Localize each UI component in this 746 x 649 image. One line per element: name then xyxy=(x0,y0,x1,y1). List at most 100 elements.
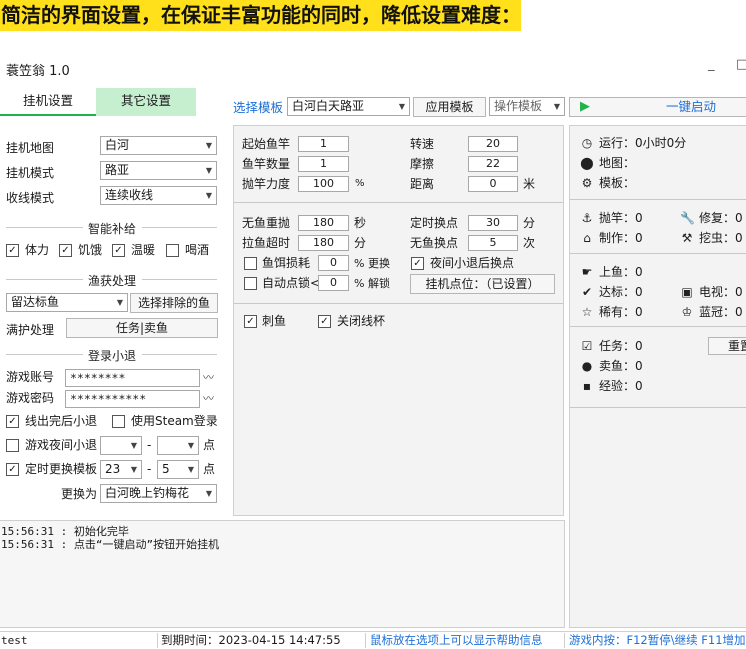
steam-login-checkbox[interactable] xyxy=(112,415,125,428)
minutes-unit: 分 xyxy=(354,236,367,250)
password-label: 游戏密码 xyxy=(6,391,55,405)
minimize-button[interactable]: _ xyxy=(708,57,715,72)
play-icon: ▶ xyxy=(580,99,590,114)
divider xyxy=(564,633,565,648)
divider xyxy=(142,354,217,355)
operate-template-value: 操作模板 xyxy=(494,99,543,113)
account-input[interactable]: ******** xyxy=(65,369,200,387)
close-cup-checkbox[interactable]: ✓ xyxy=(318,315,331,328)
rare-count: 稀有：0 xyxy=(599,305,643,319)
divider xyxy=(142,227,217,228)
tv-icon: ▣ xyxy=(681,285,693,299)
start-label: 一键启动 xyxy=(666,99,717,114)
mode-select[interactable]: 路亚 ▼ xyxy=(100,161,217,180)
log-line: 15:56:31 : 点击“一键启动”按钮开始挂机 xyxy=(1,538,220,551)
timed-change-checkbox[interactable]: ✓ xyxy=(6,463,19,476)
run-time: 运行：0小时0分 xyxy=(599,136,687,150)
auto-lock-checkbox[interactable] xyxy=(244,277,257,290)
bait-wear-checkbox[interactable] xyxy=(244,257,257,270)
status-user: test xyxy=(1,634,28,647)
operate-template-select[interactable]: 操作模板 ▼ xyxy=(489,97,565,116)
password-input[interactable]: *********** xyxy=(65,390,200,408)
mode-select-value: 路亚 xyxy=(105,163,130,177)
craft-count: 制作：0 xyxy=(599,231,643,245)
catch-count: 上鱼：0 xyxy=(599,265,643,279)
warmth-checkbox[interactable]: ✓ xyxy=(112,244,125,257)
nofish-recast-input[interactable]: 180 xyxy=(298,215,349,231)
night-logout-label: 游戏夜间小退 xyxy=(25,438,98,452)
drag-input[interactable]: 22 xyxy=(468,156,518,172)
timed-spot-input[interactable]: 30 xyxy=(468,215,518,231)
one-click-start-button[interactable]: ▶ 一键启动 xyxy=(569,97,746,117)
template-select[interactable]: 白河白天路亚 ▼ xyxy=(287,97,410,116)
rod-count-input[interactable]: 1 xyxy=(298,156,349,172)
hour-to-select[interactable]: 5 ▼ xyxy=(157,460,199,479)
map-select[interactable]: 白河 ▼ xyxy=(100,136,217,155)
reset-button[interactable]: 重置 xyxy=(708,337,746,355)
exclude-fish-button[interactable]: 选择排除的鱼 xyxy=(130,293,218,313)
start-rod-label: 起始鱼竿 xyxy=(242,137,291,151)
logout-after-checkbox[interactable]: ✓ xyxy=(6,415,19,428)
cast-power-input[interactable]: 100 xyxy=(298,176,349,192)
full-keepnet-button[interactable]: 任务|卖鱼 xyxy=(66,318,218,338)
maximize-button[interactable]: □ xyxy=(736,57,746,72)
login-section-title: 登录小退 xyxy=(88,349,137,363)
chevron-down-icon: ▼ xyxy=(205,489,212,498)
status-hint: 鼠标放在选项上可以显示帮助信息 xyxy=(370,633,543,647)
change-to-select[interactable]: 白河晚上钓梅花 ▼ xyxy=(100,484,217,503)
night-logout-checkbox[interactable] xyxy=(6,439,19,452)
task-count: 任务：0 xyxy=(599,339,643,353)
warmth-label: 温暖 xyxy=(131,243,156,257)
chevron-down-icon: ▼ xyxy=(398,102,405,111)
promo-banner: 简洁的界面设置，在保证丰富功能的同时，降低设置难度： xyxy=(0,0,521,31)
catch-handling-select[interactable]: 留达标鱼 ▼ xyxy=(6,293,128,312)
night-spot-label: 夜间小退后换点 xyxy=(430,256,515,270)
minutes-unit: 分 xyxy=(523,216,536,230)
craft-icon: ⌂ xyxy=(583,231,591,245)
status-hotkeys: 游戏内按：F12暂停\继续 F11增加 xyxy=(569,633,746,647)
start-rod-input[interactable]: 1 xyxy=(298,136,349,152)
divider xyxy=(570,199,746,200)
divider xyxy=(157,633,158,648)
hand-icon: ☛ xyxy=(581,265,593,279)
pull-timeout-input[interactable]: 180 xyxy=(298,235,349,251)
catch-handling-value: 留达标鱼 xyxy=(11,295,60,309)
log-line: 15:56:31 : 初始化完毕 xyxy=(1,525,129,538)
stab-fish-label: 刺鱼 xyxy=(262,314,287,328)
apply-template-button[interactable]: 应用模板 xyxy=(413,97,486,117)
stamina-checkbox[interactable]: ✓ xyxy=(6,244,19,257)
divider xyxy=(234,202,563,203)
tab-other-settings[interactable]: 其它设置 xyxy=(96,88,196,116)
nofish-spot-input[interactable]: 5 xyxy=(468,235,518,251)
hunger-checkbox[interactable]: ✓ xyxy=(59,244,72,257)
bait-wear-unit: % 更换 xyxy=(354,257,390,270)
drink-checkbox[interactable] xyxy=(166,244,179,257)
eye-icon[interactable]: 〰 xyxy=(203,369,214,385)
distance-input[interactable]: 0 xyxy=(468,176,518,192)
divider xyxy=(365,633,366,648)
night-to-select[interactable]: ▼ xyxy=(157,436,199,455)
chevron-down-icon: ▼ xyxy=(553,102,560,111)
hour-from-select[interactable]: 23 ▼ xyxy=(100,460,142,479)
auto-lock-input[interactable]: 0 xyxy=(318,275,349,291)
stab-fish-checkbox[interactable]: ✓ xyxy=(244,315,257,328)
hour-unit: 点 xyxy=(203,438,216,452)
map-select-value: 白河 xyxy=(105,138,130,152)
clock-icon: ◷ xyxy=(581,136,593,150)
hour-to-value: 5 xyxy=(162,462,170,476)
speed-input[interactable]: 20 xyxy=(468,136,518,152)
reel-select[interactable]: 连续收线 ▼ xyxy=(100,186,217,205)
map-pin-icon: ⬤ xyxy=(580,156,594,170)
night-spot-checkbox[interactable]: ✓ xyxy=(411,257,424,270)
hang-spot-button[interactable]: 挂机点位：（已设置） xyxy=(410,274,555,294)
timed-spot-label: 定时换点 xyxy=(410,216,459,230)
eye-icon[interactable]: 〰 xyxy=(203,390,214,406)
divider xyxy=(6,354,83,355)
blue-crown-count: 蓝冠：0 xyxy=(699,305,743,319)
bait-wear-input[interactable]: 0 xyxy=(318,255,349,271)
tab-hangup-settings[interactable]: 挂机设置 xyxy=(0,88,96,116)
speed-label: 转速 xyxy=(410,137,435,151)
dash: - xyxy=(147,462,152,476)
night-from-select[interactable]: ▼ xyxy=(100,436,142,455)
hunger-label: 饥饿 xyxy=(78,243,103,257)
